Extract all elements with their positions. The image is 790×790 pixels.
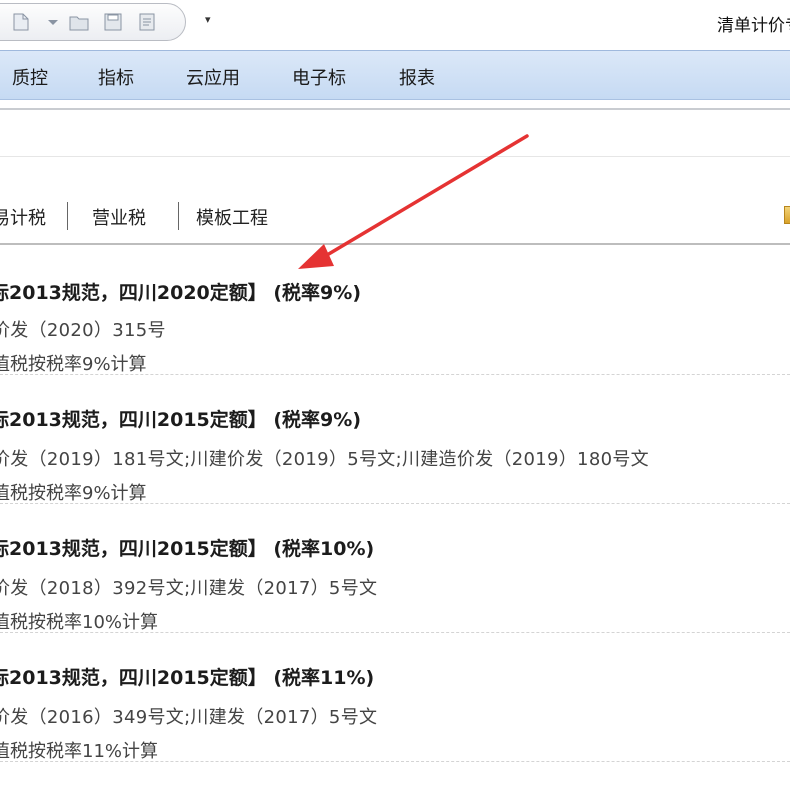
template-note: 值税按税率10%计算 xyxy=(0,612,159,633)
menu-item-index[interactable]: 指标 xyxy=(98,64,134,90)
tax-type-tabs: 易计税 营业税 模板工程 xyxy=(0,196,790,240)
template-document: 价发（2016）349号文;川建发（2017）5号文 xyxy=(0,707,378,728)
list-item[interactable]: 标2013规范，四川2015定额】 (税率9%) 价发（2019）181号文;川… xyxy=(0,375,790,504)
menu-item-quality[interactable]: 质控 xyxy=(12,64,48,90)
template-document: 价发（2020）315号 xyxy=(0,320,166,341)
list-item[interactable]: 标2013规范，四川2015定额】 (税率10%) 价发（2018）392号文;… xyxy=(0,504,790,633)
quick-access-toolbar xyxy=(0,3,186,41)
tab-separator xyxy=(178,202,179,230)
template-document: 价发（2019）181号文;川建价发（2019）5号文;川建造价发（2019）1… xyxy=(0,449,649,470)
menu-item-report[interactable]: 报表 xyxy=(399,64,435,90)
folder-icon[interactable] xyxy=(784,206,790,224)
template-note: 值税按税率11%计算 xyxy=(0,741,159,762)
tab-simple-tax[interactable]: 易计税 xyxy=(0,204,46,230)
menu-item-cloud[interactable]: 云应用 xyxy=(186,64,240,90)
window-title: 清单计价专 xyxy=(717,16,790,36)
save-icon[interactable] xyxy=(101,11,125,33)
tab-separator xyxy=(67,202,68,230)
template-title: 标2013规范，四川2020定额】 (税率9%) xyxy=(0,282,362,304)
dropdown-arrow-icon[interactable] xyxy=(41,11,65,33)
panel-divider xyxy=(0,108,790,110)
panel-divider xyxy=(0,156,790,157)
new-file-icon[interactable] xyxy=(9,11,33,33)
template-document: 价发（2018）392号文;川建发（2017）5号文 xyxy=(0,578,378,599)
ribbon-menu-bar: 质控 指标 云应用 电子标 报表 xyxy=(0,50,790,100)
template-title: 标2013规范，四川2015定额】 (税率10%) xyxy=(0,538,375,560)
quick-access-dropdown[interactable]: ▾ xyxy=(205,14,211,25)
title-bar: ▾ 清单计价专 xyxy=(0,0,790,50)
tabs-underline xyxy=(0,243,790,245)
tab-business-tax[interactable]: 营业税 xyxy=(92,204,146,230)
template-title: 标2013规范，四川2015定额】 (税率9%) xyxy=(0,409,362,431)
open-folder-icon[interactable] xyxy=(67,11,91,33)
template-note: 值税按税率9%计算 xyxy=(0,354,147,375)
template-note: 值税按税率9%计算 xyxy=(0,483,147,504)
list-item[interactable]: 标2013规范，四川2015定额】 (税率11%) 价发（2016）349号文;… xyxy=(0,633,790,762)
tab-template-project[interactable]: 模板工程 xyxy=(196,204,268,230)
list-item[interactable]: 标2013规范，四川2020定额】 (税率9%) 价发（2020）315号 值税… xyxy=(0,246,790,375)
menu-item-e-bid[interactable]: 电子标 xyxy=(292,64,346,90)
template-title: 标2013规范，四川2015定额】 (税率11%) xyxy=(0,667,375,689)
export-icon[interactable] xyxy=(135,11,159,33)
template-list: 标2013规范，四川2020定额】 (税率9%) 价发（2020）315号 值税… xyxy=(0,246,790,762)
